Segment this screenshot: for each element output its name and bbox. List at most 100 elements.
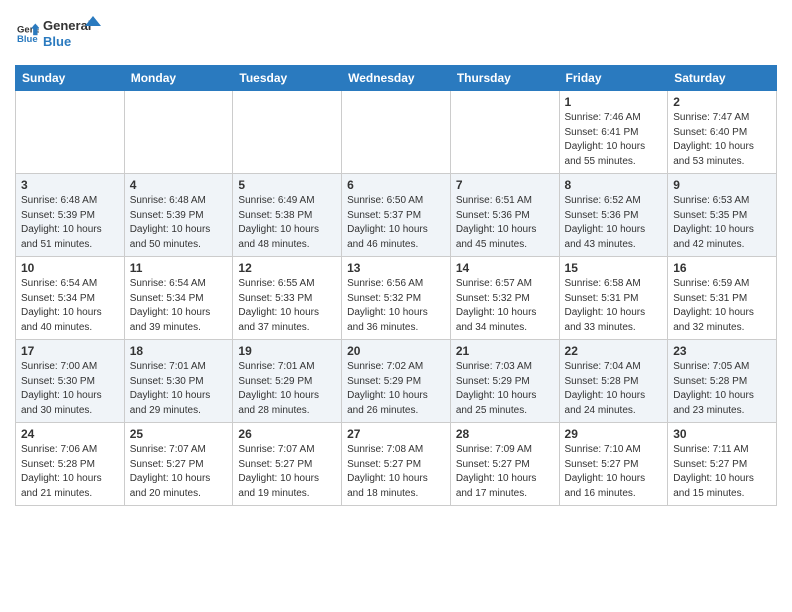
day-detail: Sunrise: 7:10 AMSunset: 5:27 PMDaylight:… [565, 443, 663, 501]
weekday-header-monday: Monday [124, 66, 233, 91]
calendar-day-cell: 18 Sunrise: 7:01 AMSunset: 5:30 PMDayligh… [124, 340, 233, 423]
day-detail: Sunrise: 6:54 AMSunset: 5:34 PMDaylight:… [21, 277, 119, 335]
calendar-day-cell [233, 91, 342, 174]
calendar-day-cell: 5 Sunrise: 6:49 AMSunset: 5:38 PMDaylight… [233, 174, 342, 257]
day-detail: Sunrise: 6:48 AMSunset: 5:39 PMDaylight:… [21, 194, 119, 252]
day-number: 25 [130, 427, 228, 441]
calendar-week-5: 24Sunrise: 7:06 AMSunset: 5:28 PMDayligh… [16, 423, 777, 506]
day-detail: Sunrise: 6:59 AMSunset: 5:31 PMDaylight:… [673, 277, 771, 335]
weekday-header-tuesday: Tuesday [233, 66, 342, 91]
day-number: 28 [456, 427, 554, 441]
calendar-day-cell: 9Sunrise: 6:53 AMSunset: 5:35 PMDaylight… [668, 174, 777, 257]
day-number: 14 [456, 261, 554, 275]
day-number: 7 [456, 178, 554, 192]
day-number: 21 [456, 344, 554, 358]
calendar-week-3: 10Sunrise: 6:54 AMSunset: 5:34 PMDayligh… [16, 257, 777, 340]
day-number: 26 [238, 427, 336, 441]
calendar-day-cell: 25 Sunrise: 7:07 AMSunset: 5:27 PMDayligh… [124, 423, 233, 506]
day-number: 13 [347, 261, 445, 275]
day-detail: Sunrise: 7:09 AMSunset: 5:27 PMDaylight:… [456, 443, 554, 501]
logo: General Blue General Blue [15, 14, 103, 57]
calendar-day-cell: 20 Sunrise: 7:02 AMSunset: 5:29 PMDayligh… [342, 340, 451, 423]
weekday-header-wednesday: Wednesday [342, 66, 451, 91]
calendar-day-cell: 22Sunrise: 7:04 AMSunset: 5:28 PMDayligh… [559, 340, 668, 423]
day-detail: Sunrise: 6:52 AMSunset: 5:36 PMDaylight:… [565, 194, 663, 252]
calendar-day-cell: 6 Sunrise: 6:50 AMSunset: 5:37 PMDaylight… [342, 174, 451, 257]
calendar-day-cell: 15Sunrise: 6:58 AMSunset: 5:31 PMDayligh… [559, 257, 668, 340]
calendar-day-cell: 30 Sunrise: 7:11 AMSunset: 5:27 PMDayligh… [668, 423, 777, 506]
calendar-day-cell: 26Sunrise: 7:07 AMSunset: 5:27 PMDayligh… [233, 423, 342, 506]
page: General Blue General Blue SundayMon [0, 0, 792, 521]
weekday-header-thursday: Thursday [450, 66, 559, 91]
calendar-day-cell: 28 Sunrise: 7:09 AMSunset: 5:27 PMDayligh… [450, 423, 559, 506]
calendar-day-cell: 7Sunrise: 6:51 AMSunset: 5:36 PMDaylight… [450, 174, 559, 257]
day-detail: Sunrise: 7:08 AMSunset: 5:27 PMDaylight:… [347, 443, 445, 501]
weekday-header-friday: Friday [559, 66, 668, 91]
calendar-day-cell: 19 Sunrise: 7:01 AMSunset: 5:29 PMDayligh… [233, 340, 342, 423]
calendar-day-cell: 2 Sunrise: 7:47 AMSunset: 6:40 PMDaylight… [668, 91, 777, 174]
day-detail: Sunrise: 6:55 AMSunset: 5:33 PMDaylight:… [238, 277, 336, 335]
day-detail: Sunrise: 7:47 AMSunset: 6:40 PMDaylight:… [673, 111, 771, 169]
day-detail: Sunrise: 7:03 AMSunset: 5:29 PMDaylight:… [456, 360, 554, 418]
day-number: 19 [238, 344, 336, 358]
calendar-day-cell: 4 Sunrise: 6:48 AMSunset: 5:39 PMDaylight… [124, 174, 233, 257]
calendar-day-cell: 27 Sunrise: 7:08 AMSunset: 5:27 PMDayligh… [342, 423, 451, 506]
svg-text:Blue: Blue [17, 34, 38, 44]
day-number: 6 [347, 178, 445, 192]
calendar-day-cell: 13 Sunrise: 6:56 AMSunset: 5:32 PMDayligh… [342, 257, 451, 340]
calendar-day-cell: 16 Sunrise: 6:59 AMSunset: 5:31 PMDayligh… [668, 257, 777, 340]
calendar-day-cell: 14 Sunrise: 6:57 AMSunset: 5:32 PMDayligh… [450, 257, 559, 340]
day-detail: Sunrise: 7:01 AMSunset: 5:30 PMDaylight:… [130, 360, 228, 418]
calendar-week-2: 3 Sunrise: 6:48 AMSunset: 5:39 PMDaylight… [16, 174, 777, 257]
day-detail: Sunrise: 7:01 AMSunset: 5:29 PMDaylight:… [238, 360, 336, 418]
day-detail: Sunrise: 6:49 AMSunset: 5:38 PMDaylight:… [238, 194, 336, 252]
day-detail: Sunrise: 7:07 AMSunset: 5:27 PMDaylight:… [130, 443, 228, 501]
day-number: 5 [238, 178, 336, 192]
day-number: 1 [565, 95, 663, 109]
calendar-day-cell [342, 91, 451, 174]
day-detail: Sunrise: 7:00 AMSunset: 5:30 PMDaylight:… [21, 360, 119, 418]
calendar-day-cell: 12 Sunrise: 6:55 AMSunset: 5:33 PMDayligh… [233, 257, 342, 340]
calendar-day-cell: 10Sunrise: 6:54 AMSunset: 5:34 PMDayligh… [16, 257, 125, 340]
day-number: 23 [673, 344, 771, 358]
day-detail: Sunrise: 7:02 AMSunset: 5:29 PMDaylight:… [347, 360, 445, 418]
calendar-day-cell: 29Sunrise: 7:10 AMSunset: 5:27 PMDayligh… [559, 423, 668, 506]
svg-text:General: General [43, 18, 91, 33]
day-number: 30 [673, 427, 771, 441]
calendar-day-cell [124, 91, 233, 174]
calendar-day-cell: 24Sunrise: 7:06 AMSunset: 5:28 PMDayligh… [16, 423, 125, 506]
day-detail: Sunrise: 6:56 AMSunset: 5:32 PMDaylight:… [347, 277, 445, 335]
weekday-header-saturday: Saturday [668, 66, 777, 91]
day-number: 3 [21, 178, 119, 192]
calendar-week-4: 17 Sunrise: 7:00 AMSunset: 5:30 PMDayligh… [16, 340, 777, 423]
day-detail: Sunrise: 6:57 AMSunset: 5:32 PMDaylight:… [456, 277, 554, 335]
calendar-day-cell: 11 Sunrise: 6:54 AMSunset: 5:34 PMDayligh… [124, 257, 233, 340]
day-detail: Sunrise: 7:05 AMSunset: 5:28 PMDaylight:… [673, 360, 771, 418]
day-detail: Sunrise: 7:11 AMSunset: 5:27 PMDaylight:… [673, 443, 771, 501]
day-number: 17 [21, 344, 119, 358]
day-number: 27 [347, 427, 445, 441]
day-number: 11 [130, 261, 228, 275]
calendar-day-cell: 17 Sunrise: 7:00 AMSunset: 5:30 PMDayligh… [16, 340, 125, 423]
day-number: 12 [238, 261, 336, 275]
calendar-day-cell: 8Sunrise: 6:52 AMSunset: 5:36 PMDaylight… [559, 174, 668, 257]
day-number: 20 [347, 344, 445, 358]
day-number: 18 [130, 344, 228, 358]
calendar-day-cell: 3 Sunrise: 6:48 AMSunset: 5:39 PMDaylight… [16, 174, 125, 257]
weekday-header-sunday: Sunday [16, 66, 125, 91]
day-number: 2 [673, 95, 771, 109]
calendar-day-cell: 23 Sunrise: 7:05 AMSunset: 5:28 PMDayligh… [668, 340, 777, 423]
day-number: 4 [130, 178, 228, 192]
logo-icon: General Blue [17, 22, 39, 44]
svg-text:Blue: Blue [43, 34, 71, 49]
day-detail: Sunrise: 6:53 AMSunset: 5:35 PMDaylight:… [673, 194, 771, 252]
logo-graphic: General Blue [43, 14, 103, 52]
calendar-table: SundayMondayTuesdayWednesdayThursdayFrid… [15, 65, 777, 506]
weekday-header-row: SundayMondayTuesdayWednesdayThursdayFrid… [16, 66, 777, 91]
calendar-day-cell: 21 Sunrise: 7:03 AMSunset: 5:29 PMDayligh… [450, 340, 559, 423]
day-number: 16 [673, 261, 771, 275]
day-detail: Sunrise: 6:48 AMSunset: 5:39 PMDaylight:… [130, 194, 228, 252]
day-detail: Sunrise: 6:54 AMSunset: 5:34 PMDaylight:… [130, 277, 228, 335]
day-detail: Sunrise: 7:46 AMSunset: 6:41 PMDaylight:… [565, 111, 663, 169]
day-detail: Sunrise: 6:50 AMSunset: 5:37 PMDaylight:… [347, 194, 445, 252]
